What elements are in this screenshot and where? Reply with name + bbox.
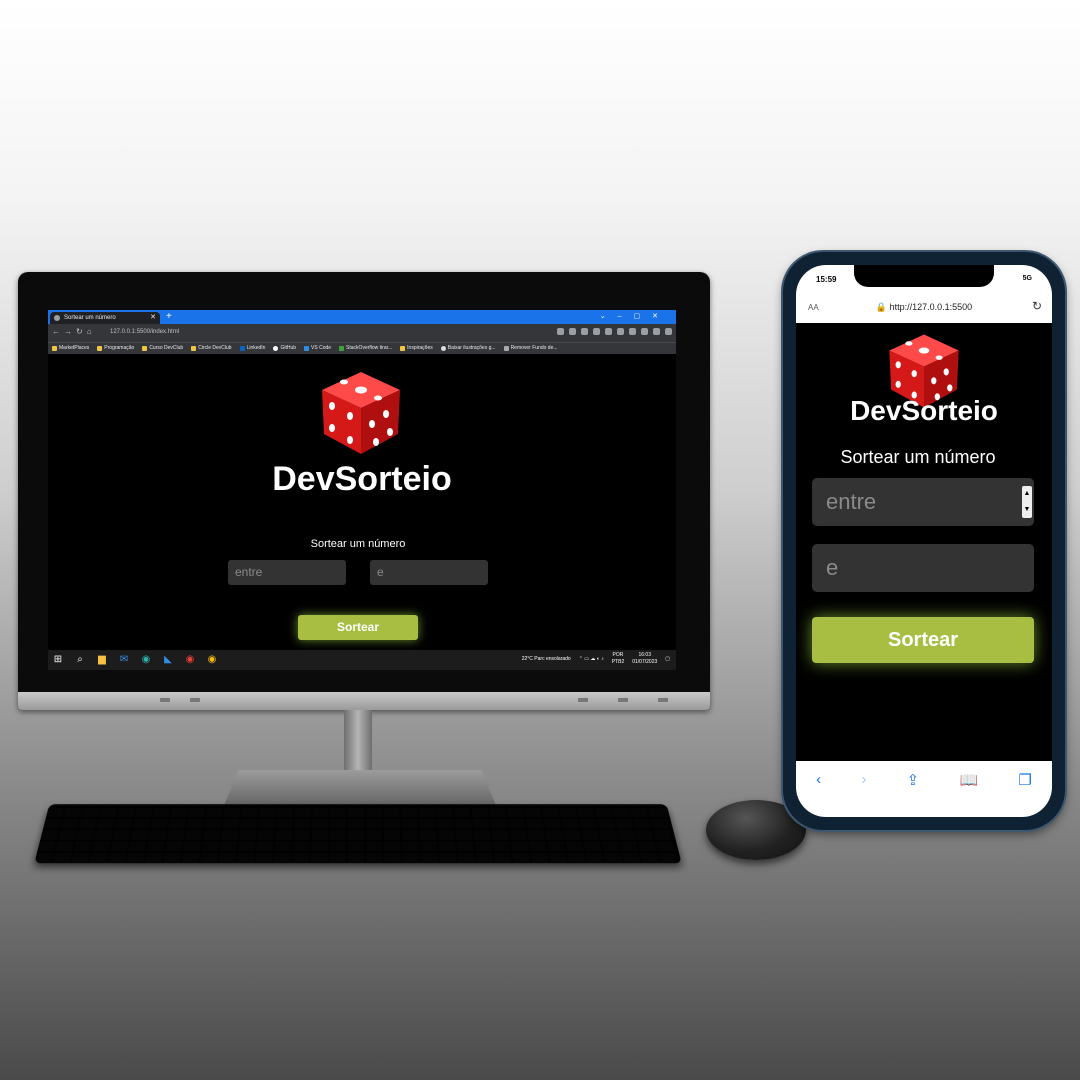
bookmark[interactable]: Remover Fundo de... [503,343,558,354]
folder-icon [52,346,57,351]
file-explorer-icon[interactable]: ▆ [96,654,108,665]
bezel-button [618,698,628,702]
browser-tab[interactable]: Sortear um número ✕ [50,312,160,324]
bookmark[interactable]: LinkedIn [239,343,265,354]
tab-title: Sortear um número [64,315,116,321]
windows-start-icon[interactable]: ⊞ [52,654,64,665]
keyboard [34,804,682,864]
new-tab-icon[interactable]: + [166,310,172,324]
back-icon[interactable]: ‹ [816,771,821,817]
github-icon [273,346,279,351]
bookmark-icon [142,346,148,351]
extension-icons [557,328,672,335]
extension-icon[interactable] [617,328,624,335]
sidebar-icon[interactable] [641,328,648,335]
min-number-input[interactable]: entre ▲ ▼ [812,478,1034,526]
bookmarks-bar: MarketPlaces Programação Curso DevClub C… [48,342,676,354]
chrome-icon[interactable]: ◉ [206,654,218,665]
zoom-icon[interactable] [557,328,564,335]
weather-status[interactable]: 22°C Parc ensolarado [522,656,571,662]
forward-icon[interactable]: › [861,771,866,817]
notifications-icon[interactable]: ▢ [665,656,670,662]
phone-screen: 15:59 5G AA 🔒 http://127.0.0.1:5500 ↻ De… [796,265,1052,817]
bezel-button [658,698,668,702]
bookmark[interactable]: Programação [97,343,134,354]
app-logo-text: DevSorteio [850,395,998,426]
number-spinner[interactable]: ▲ ▼ [1022,486,1032,518]
mobile-url-field[interactable]: 🔒 http://127.0.0.1:5500 [796,302,1052,313]
max-number-input[interactable]: e [370,560,488,585]
system-tray: 22°C Parc ensolarado ⌃ ▭ ☁ ◐ ♪ POR PTB2 1… [522,652,670,666]
share-icon[interactable]: ⇪ [907,771,920,817]
share-icon[interactable] [569,328,576,335]
vscode-icon[interactable]: ◣ [162,654,174,665]
safari-toolbar: ‹ › ⇪ 📖 ❐ [796,761,1052,817]
mobile-web-page: DevSorteio Sortear um número entre ▲ ▼ e … [796,323,1052,761]
bookmark-icon [503,346,509,351]
monitor-screen: Sortear um número ✕ + ⌄–▢✕ ←→↻⌂ 127.0.0.… [48,310,676,670]
bookmark[interactable]: Circle DevClub [191,343,232,354]
signal-indicator: 5G [1022,275,1032,282]
bookmark[interactable]: VS Code [304,343,331,354]
browser-tab-bar: Sortear um número ✕ + ⌄–▢✕ [48,310,676,324]
vscode-icon [304,346,310,351]
language-indicator[interactable]: POR PTB2 [612,652,625,666]
page-subtitle: Sortear um número [840,447,996,467]
max-number-input[interactable]: e [812,544,1034,592]
bookmark[interactable]: MarketPlaces [52,343,89,354]
app-logo-text: DevSorteio [272,460,452,498]
taskbar-icons: ⊞ ⌕ ▆ ✉ ◉ ◣ ◉ ◉ [52,654,218,665]
puzzle-icon[interactable] [629,328,636,335]
bezel-button [190,698,200,702]
url-field[interactable]: 127.0.0.1:5500/index.html [110,327,179,338]
star-icon[interactable] [581,328,588,335]
mail-icon[interactable]: ✉ [118,654,130,665]
stackoverflow-icon [339,346,345,351]
bookmark-icon [191,346,197,351]
monitor-stand [344,710,372,780]
tab-favicon-icon [54,315,60,321]
sortear-button[interactable]: Sortear [812,617,1034,663]
bookmark[interactable]: GitHub [273,343,296,354]
reload-icon[interactable]: ↻ [1032,299,1042,313]
bookmark[interactable]: Curso DevClub [142,343,183,354]
sortear-button[interactable]: Sortear [298,615,418,640]
dice-icon [322,372,400,454]
min-number-input[interactable]: entre [228,560,346,585]
address-bar: ←→↻⌂ 127.0.0.1:5500/index.html [48,324,676,342]
status-time: 15:59 [816,275,837,284]
page-subtitle: Sortear um número [310,538,406,550]
profile-icon[interactable] [653,328,660,335]
phone-notch [854,265,994,287]
folder-icon [400,346,406,351]
extension-icon[interactable] [605,328,612,335]
chrome-icon[interactable]: ◉ [184,654,196,665]
bookmark[interactable]: Inspirações [400,343,433,354]
tabs-icon[interactable]: ❐ [1018,771,1031,817]
windows-taskbar: ⊞ ⌕ ▆ ✉ ◉ ◣ ◉ ◉ 22°C Parc ensolarado ⌃ ▭… [48,650,676,670]
window-controls[interactable]: ⌄–▢✕ [600,310,670,324]
desktop-monitor: Sortear um número ✕ + ⌄–▢✕ ←→↻⌂ 127.0.0.… [18,272,710,710]
edge-icon[interactable]: ◉ [140,654,152,665]
bookmark-icon [440,346,446,351]
bookmark[interactable]: StackOverflow tirar... [339,343,392,354]
mobile-address-bar: AA 🔒 http://127.0.0.1:5500 ↻ [796,293,1052,323]
menu-icon[interactable] [665,328,672,335]
monitor-bezel [18,692,710,710]
folder-icon [97,346,103,351]
clock[interactable]: 16:03 01/07/2023 [632,652,657,666]
linkedin-icon [239,346,245,351]
tray-icons[interactable]: ⌃ ▭ ☁ ◐ ♪ [579,656,604,662]
close-tab-icon[interactable]: ✕ [150,312,156,324]
bookmark[interactable]: Baixar ilustrações g... [440,343,496,354]
web-page: DevSorteio Sortear um número entre e Sor… [48,354,676,650]
bezel-button [578,698,588,702]
bezel-button [160,698,170,702]
bookmarks-icon[interactable]: 📖 [959,771,978,817]
search-icon[interactable]: ⌕ [74,654,86,665]
extension-icon[interactable] [593,328,600,335]
phone-device: 15:59 5G AA 🔒 http://127.0.0.1:5500 ↻ De… [783,252,1065,830]
nav-buttons[interactable]: ←→↻⌂ [52,327,96,336]
